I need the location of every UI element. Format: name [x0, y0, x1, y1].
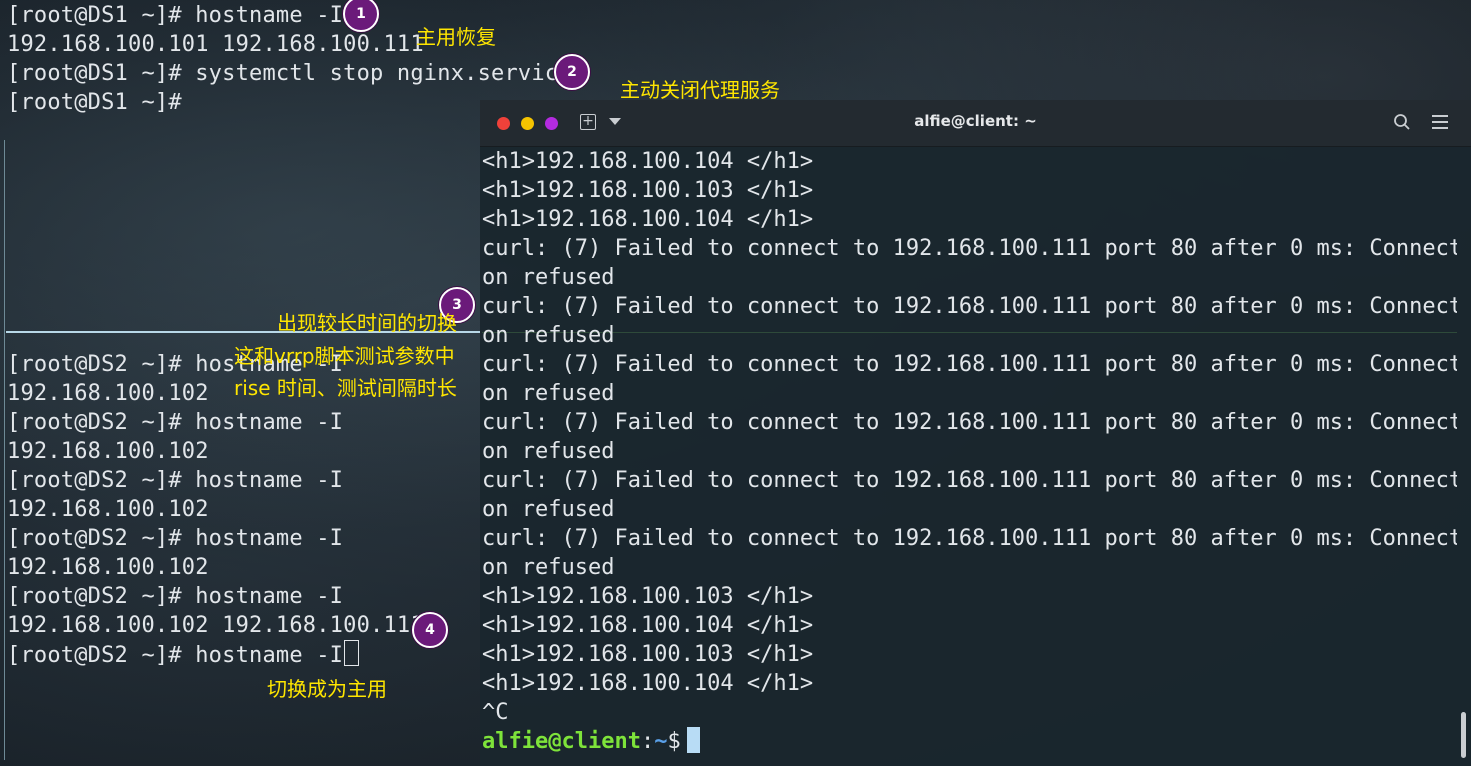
ds1-line: [root@DS1 ~]# systemctl stop nginx.servi… — [7, 61, 572, 86]
output-line: curl: (7) Failed to connect to 192.168.1… — [482, 294, 1457, 319]
client-terminal-output[interactable]: <h1>192.168.100.104 </h1> <h1>192.168.10… — [482, 146, 1457, 766]
ds1-line: [root@DS1 ~]# — [7, 90, 182, 115]
prompt-path: ~ — [654, 729, 668, 754]
ds2-line: 192.168.100.102 — [7, 439, 209, 464]
output-line: on refused — [482, 497, 615, 522]
annotation-note-2: 主动关闭代理服务 — [620, 78, 780, 102]
output-line: ^C — [482, 700, 509, 725]
ds2-line: [root@DS2 ~]# hostname -I — [7, 584, 344, 609]
annotation-note-3c: rise 时间、测试间隔时长 — [234, 376, 457, 400]
annotation-marker-4: 4 — [412, 612, 448, 648]
terminal-cursor — [344, 640, 360, 666]
search-icon[interactable] — [1393, 113, 1411, 131]
ds2-line: 192.168.100.102 — [7, 555, 209, 580]
scrollbar-thumb[interactable] — [1461, 712, 1466, 758]
window-titlebar[interactable]: + alfie@client: ~ — [480, 100, 1471, 147]
pane-border — [4, 140, 5, 760]
ds1-line: 192.168.100.101 192.168.100.111 — [7, 32, 424, 57]
ds1-line: [root@DS1 ~]# hostname -I — [7, 3, 344, 28]
ds2-line: [root@DS2 ~]# hostname -I — [7, 410, 344, 435]
terminal-cursor — [686, 727, 700, 753]
ds2-line: 192.168.100.102 — [7, 497, 209, 522]
ds2-line: 192.168.100.102 — [7, 381, 209, 406]
client-terminal-window[interactable]: + alfie@client: ~ <h1>192.168.100.104 </… — [480, 100, 1471, 766]
annotation-note-1: 主用恢复 — [416, 25, 496, 49]
prompt-user: alfie@client — [482, 729, 641, 754]
output-line: <h1>192.168.100.103 </h1> — [482, 178, 814, 203]
output-line: curl: (7) Failed to connect to 192.168.1… — [482, 236, 1457, 261]
ds2-prompt-line: [root@DS2 ~]# hostname -I — [7, 640, 360, 670]
output-divider — [482, 332, 1457, 333]
ds2-line: [root@DS2 ~]# hostname -I — [7, 526, 344, 551]
annotation-note-3b: 这和vrrp脚本测试参数中 — [234, 344, 455, 368]
output-line: curl: (7) Failed to connect to 192.168.1… — [482, 468, 1457, 493]
output-line: <h1>192.168.100.104 </h1> — [482, 671, 814, 696]
output-line: on refused — [482, 381, 615, 406]
prompt-symbol: $ — [667, 729, 681, 754]
output-line: <h1>192.168.100.103 </h1> — [482, 642, 814, 667]
annotation-note-3a: 出现较长时间的切换 — [277, 311, 457, 335]
shell-prompt: alfie@client:~$ — [482, 727, 700, 756]
window-title: alfie@client: ~ — [914, 112, 1037, 130]
annotation-marker-2: 2 — [554, 54, 590, 90]
output-line: <h1>192.168.100.104 </h1> — [482, 149, 814, 174]
prompt-separator: : — [640, 729, 655, 754]
output-line: on refused — [482, 265, 615, 290]
hamburger-menu-icon[interactable] — [1432, 115, 1448, 129]
annotation-note-4: 切换成为主用 — [267, 677, 387, 701]
output-line: on refused — [482, 323, 615, 348]
output-line: curl: (7) Failed to connect to 192.168.1… — [482, 352, 1457, 377]
output-line: curl: (7) Failed to connect to 192.168.1… — [482, 410, 1457, 435]
output-line: on refused — [482, 439, 615, 464]
output-line: <h1>192.168.100.104 </h1> — [482, 613, 814, 638]
output-line: on refused — [482, 555, 615, 580]
output-line: curl: (7) Failed to connect to 192.168.1… — [482, 526, 1457, 551]
ds2-line: [root@DS2 ~]# hostname -I — [7, 468, 344, 493]
ds2-line: 192.168.100.102 192.168.100.111 — [7, 613, 424, 638]
ds2-line: [root@DS2 ~]# hostname -I — [7, 643, 344, 668]
output-line: <h1>192.168.100.104 </h1> — [482, 207, 814, 232]
output-line: <h1>192.168.100.103 </h1> — [482, 584, 814, 609]
